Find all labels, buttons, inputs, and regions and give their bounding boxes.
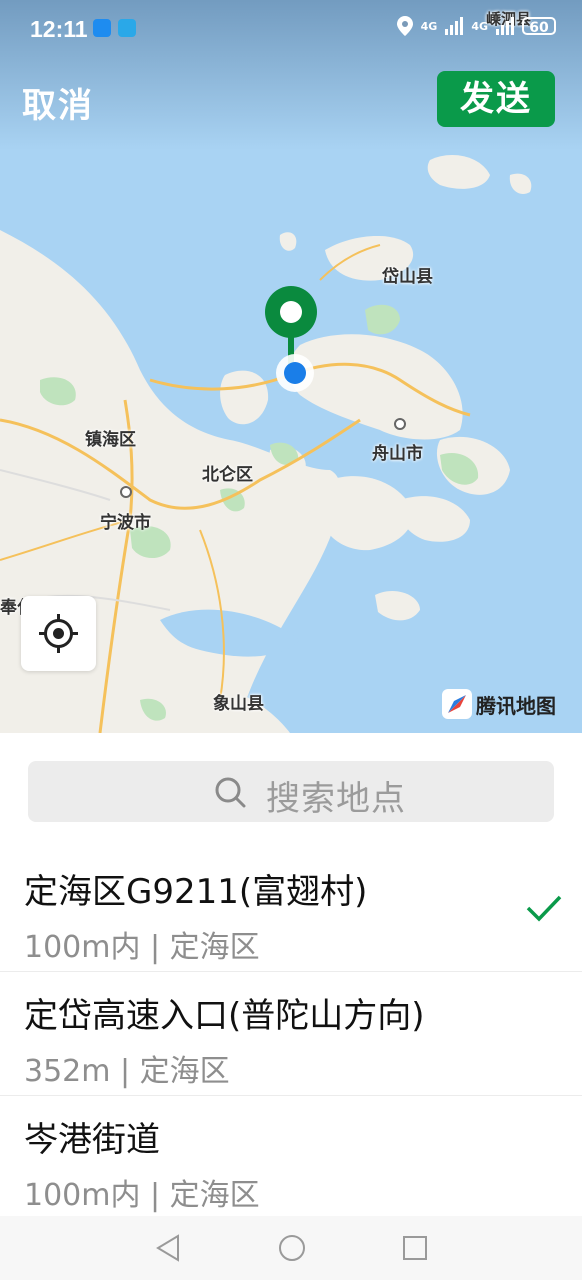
result-subtitle: 100m内 | 定海区 bbox=[24, 1178, 260, 1213]
search-icon bbox=[215, 777, 246, 808]
status-right: 4G 4G 60 bbox=[396, 16, 556, 36]
signal-label-2: 4G bbox=[471, 19, 488, 33]
map-label-zhenhai: 镇海区 bbox=[85, 430, 136, 450]
map-label-daishan: 岱山县 bbox=[382, 267, 433, 287]
result-subtitle: 352m | 定海区 bbox=[24, 1054, 230, 1089]
search-placeholder: 搜索地点 bbox=[266, 779, 406, 819]
result-title: 定岱高速入口(普陀山方向) bbox=[24, 996, 425, 1036]
map-label-beilun: 北仑区 bbox=[202, 465, 253, 485]
result-item[interactable]: 岑港街道 100m内 | 定海区 bbox=[0, 1096, 582, 1219]
search-input[interactable]: 搜索地点 bbox=[28, 761, 554, 822]
status-bar: 12:11 4G 4G 60 bbox=[0, 0, 582, 58]
map-label-xiangshan: 象山县 bbox=[213, 694, 264, 714]
recents-square-icon[interactable] bbox=[402, 1234, 428, 1262]
result-title: 岑港街道 bbox=[24, 1120, 160, 1160]
signal-label-1: 4G bbox=[420, 19, 438, 33]
back-triangle-icon[interactable] bbox=[156, 1234, 180, 1262]
result-item[interactable]: 定岱高速入口(普陀山方向) 352m | 定海区 bbox=[0, 972, 582, 1096]
map-label-ningbo: 宁波市 bbox=[100, 513, 151, 533]
current-location-dot-icon bbox=[276, 354, 314, 392]
result-item[interactable]: 定海区G9211(富翅村) 100m内 | 定海区 bbox=[0, 848, 582, 972]
locate-icon bbox=[39, 614, 78, 653]
browser-notification-icon bbox=[118, 19, 136, 37]
map-label-zhoushan: 舟山市 bbox=[372, 444, 423, 464]
signal-bars-icon-2 bbox=[496, 17, 514, 35]
status-time: 12:11 bbox=[30, 16, 88, 42]
tencent-map-brand: 腾讯地图 bbox=[476, 693, 556, 718]
result-subtitle: 100m内 | 定海区 bbox=[24, 930, 260, 965]
battery-indicator: 60 bbox=[522, 17, 556, 36]
app-notification-icon bbox=[93, 19, 111, 37]
result-list: 定海区G9211(富翅村) 100m内 | 定海区 定岱高速入口(普陀山方向) … bbox=[0, 848, 582, 1219]
tencent-map-logo: 腾讯地图 bbox=[442, 688, 556, 720]
signal-bars-icon-1 bbox=[445, 17, 464, 35]
check-icon bbox=[526, 895, 562, 922]
system-nav-bar bbox=[0, 1216, 582, 1280]
result-title: 定海区G9211(富翅村) bbox=[24, 872, 368, 912]
home-circle-icon[interactable] bbox=[278, 1234, 306, 1262]
location-icon bbox=[396, 16, 413, 36]
cancel-button[interactable]: 取消 bbox=[22, 78, 94, 127]
locate-button[interactable] bbox=[21, 596, 96, 671]
send-button[interactable]: 发送 bbox=[437, 71, 555, 127]
tencent-map-logo-icon bbox=[442, 689, 472, 719]
map-view[interactable]: 岱山县 舟山市 镇海区 北仑区 宁波市 奉化区 象山县 嵊泗县 腾讯地图 bbox=[0, 0, 582, 733]
